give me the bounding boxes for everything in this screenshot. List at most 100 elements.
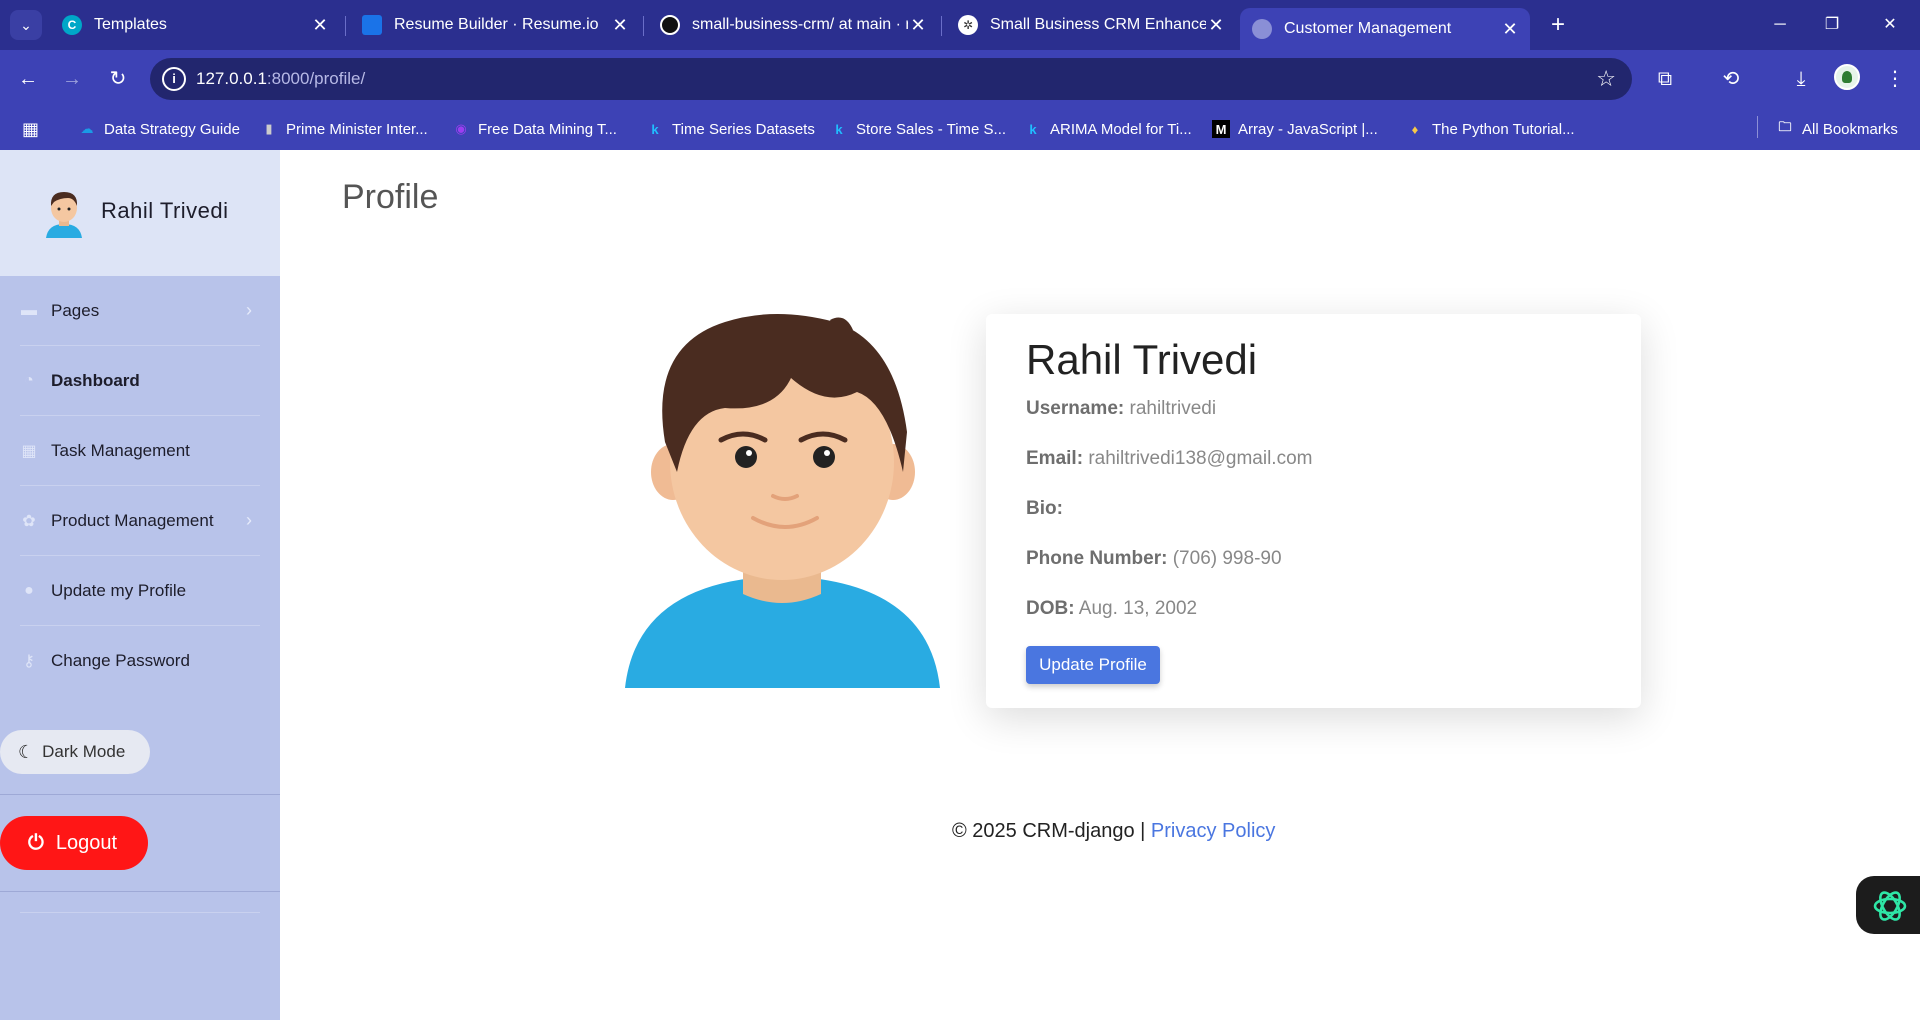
address-bar[interactable]: i 127.0.0.1:8000/profile/ ☆ (150, 58, 1632, 100)
sidebar-item-pages[interactable]: ▬ Pages › (20, 276, 260, 346)
bookmark-item[interactable]: ☁ Data Strategy Guide (78, 118, 240, 140)
history-icon[interactable]: ⟲ (1716, 64, 1746, 94)
browser-toolbar: ← → ↻ i 127.0.0.1:8000/profile/ ☆ ⧉ ⟲ ⤓ … (0, 50, 1920, 108)
user-avatar (46, 192, 82, 238)
privacy-policy-link[interactable]: Privacy Policy (1151, 820, 1275, 842)
menu-icon[interactable]: ⋮ (1880, 64, 1910, 94)
close-icon[interactable]: ✕ (908, 15, 928, 36)
sidebar-header: Rahil Trivedi (0, 150, 280, 276)
close-icon[interactable]: ✕ (610, 15, 630, 36)
bookmark-label: Prime Minister Inter... (286, 120, 428, 138)
bookmark-label: Free Data Mining T... (478, 120, 617, 138)
tab-chatgpt[interactable]: ✲ Small Business CRM Enhancem ✕ (946, 8, 1236, 42)
tab-divider (643, 16, 644, 36)
chat-assistant-button[interactable] (1856, 876, 1920, 934)
kaggle-icon: k (651, 121, 659, 137)
close-window-button[interactable]: ✕ (1870, 8, 1910, 42)
url-path: :8000/profile/ (266, 69, 366, 88)
bookmark-item[interactable]: ♦ The Python Tutorial... (1406, 118, 1575, 140)
sidebar-item-change-password[interactable]: ⚷ Change Password (20, 626, 260, 696)
close-icon[interactable]: ✕ (310, 15, 330, 36)
sidebar-item-task-management[interactable]: ▦ Task Management (20, 416, 260, 486)
bookmark-label: ARIMA Model for Ti... (1050, 120, 1192, 138)
arrow-left-icon: ← (18, 68, 38, 90)
plus-icon: + (1550, 11, 1565, 38)
sidebar-item-product-management[interactable]: ✿ Product Management › (20, 486, 260, 556)
tab-github[interactable]: small-business-crm/ at main · ra ✕ (648, 8, 938, 42)
profile-name: Rahil Trivedi (1026, 336, 1258, 383)
apps-icon[interactable]: ▦ (22, 118, 39, 140)
moon-icon: ☾ (18, 741, 35, 762)
url-text[interactable]: 127.0.0.1:8000/profile/ (196, 69, 365, 89)
all-bookmarks-button[interactable]: 🗀 All Bookmarks (1776, 118, 1898, 140)
dob-field: DOB: Aug. 13, 2002 (1026, 598, 1197, 620)
close-icon[interactable]: ✕ (1206, 15, 1226, 36)
footer-copyright: © 2025 CRM-django | (952, 820, 1151, 842)
sidebar-item-dashboard[interactable]: ◔ Dashboard (20, 346, 260, 416)
openai-icon: ✲ (958, 15, 978, 35)
bio-label: Bio: (1026, 498, 1063, 519)
gauge-icon: ◔ (24, 371, 34, 389)
profile-card: Rahil Trivedi Username: rahiltrivedi Ema… (986, 314, 1641, 708)
all-bookmarks-label: All Bookmarks (1802, 120, 1898, 138)
extensions-icon[interactable]: ⧉ (1650, 64, 1680, 94)
tab-resume-builder[interactable]: Resume Builder · Resume.io ✕ (350, 8, 640, 42)
logout-button[interactable]: ⏻ Logout (0, 816, 148, 870)
github-icon (660, 15, 680, 35)
new-tab-button[interactable]: + (1544, 10, 1572, 40)
power-icon: ⏻ (28, 831, 44, 854)
sidebar-item-update-profile[interactable]: ● Update my Profile (20, 556, 260, 626)
shield-icon: ◉ (455, 121, 467, 136)
username-value: rahiltrivedi (1129, 398, 1217, 419)
update-profile-button[interactable]: Update Profile (1026, 646, 1160, 684)
back-button[interactable]: ← (12, 63, 44, 95)
close-icon[interactable]: ✕ (1500, 19, 1520, 40)
mdn-icon: M (1212, 120, 1230, 138)
minimize-button[interactable]: ─ (1760, 8, 1800, 42)
tab-title: Templates (94, 16, 167, 33)
username-label: Username: (1026, 398, 1125, 419)
arrow-right-icon: → (62, 68, 82, 90)
tab-customer-management[interactable]: Customer Management ✕ (1240, 8, 1530, 50)
kaggle-icon: k (835, 121, 843, 137)
bookmark-item[interactable]: k Store Sales - Time S... (830, 118, 1006, 140)
phone-value: (706) 998-90 (1172, 548, 1282, 569)
profile-avatar-icon[interactable] (1834, 64, 1860, 90)
folder-icon: ▬ (21, 301, 37, 319)
phone-field: Phone Number: (706) 998-90 (1026, 548, 1282, 570)
sidebar-divider (20, 912, 260, 913)
bookmark-item[interactable]: ▮ Prime Minister Inter... (260, 118, 428, 140)
tab-divider (941, 16, 942, 36)
bookmark-item[interactable]: k Time Series Datasets (646, 118, 814, 140)
sidebar-divider (0, 891, 280, 892)
bookmark-star-icon[interactable]: ☆ (1596, 66, 1616, 92)
sidebar-item-label: Update my Profile (51, 580, 187, 600)
kaggle-icon: k (1029, 121, 1037, 137)
dark-mode-toggle[interactable]: ☾ Dark Mode (0, 730, 150, 774)
tab-search-button[interactable]: ⌄ (10, 10, 42, 40)
dob-value: Aug. 13, 2002 (1078, 598, 1198, 619)
sidebar: Rahil Trivedi ▬ Pages › ◔ Dashboard ▦ Ta… (0, 150, 280, 1020)
tab-templates[interactable]: C Templates ✕ (50, 8, 340, 42)
tab-title: Customer Management (1284, 20, 1452, 37)
bookmark-item[interactable]: ◉ Free Data Mining T... (452, 118, 617, 140)
tab-title: Resume Builder · Resume.io (394, 16, 599, 33)
calendar-icon: ▦ (21, 442, 37, 460)
profile-avatar (625, 314, 940, 688)
bookmark-item[interactable]: M Array - JavaScript |... (1212, 118, 1378, 140)
cogs-icon: ✿ (22, 512, 36, 530)
site-info-icon[interactable]: i (162, 67, 186, 91)
forward-button[interactable]: → (56, 63, 88, 95)
download-icon[interactable]: ⤓ (1786, 64, 1816, 94)
sidebar-item-label: Product Management (51, 510, 214, 530)
reload-button[interactable]: ↻ (102, 63, 134, 95)
bookmark-item[interactable]: k ARIMA Model for Ti... (1024, 118, 1192, 140)
footer: © 2025 CRM-django | Privacy Policy (952, 820, 1275, 843)
chevron-right-icon: › (246, 510, 252, 530)
restore-button[interactable]: ❐ (1812, 8, 1852, 42)
bookmark-label: Store Sales - Time S... (856, 120, 1007, 138)
dark-mode-label: Dark Mode (42, 742, 126, 761)
email-value: rahiltrivedi138@gmail.com (1088, 448, 1313, 469)
logout-label: Logout (55, 831, 117, 854)
username-field: Username: rahiltrivedi (1026, 398, 1216, 420)
